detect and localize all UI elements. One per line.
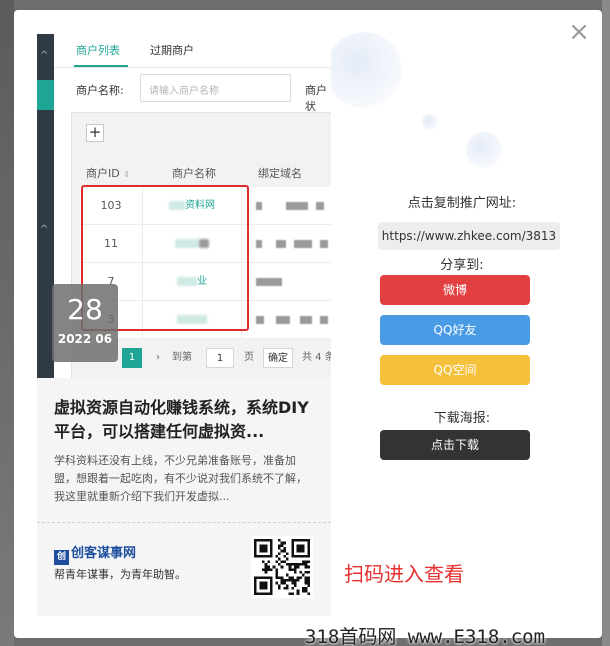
column-header-id: 商户ID ⇕ <box>86 167 130 180</box>
post-title: 虚拟资源自动化赚钱系统，系统DIY平台，可以搭建任何虚拟资... <box>54 398 309 441</box>
share-qq-friend-button[interactable]: QQ好友 <box>380 315 530 345</box>
date-day: 28 <box>67 293 103 326</box>
chevron-up-icon: ^ <box>40 224 49 235</box>
chevron-up-icon: ^ <box>40 50 49 61</box>
decor-bubble-small <box>466 132 502 168</box>
column-header-name: 商户名称 <box>172 167 216 180</box>
sort-icon: ⇕ <box>123 170 130 179</box>
post-description: 学科资料还没有上线，不少兄弟准备账号，准备加盟，想跟着一起吃肉，有不少说对我们系… <box>54 454 307 503</box>
close-icon[interactable]: × <box>568 19 590 45</box>
download-poster-label: 下载海报: <box>433 411 491 426</box>
page-backdrop-left <box>0 0 14 646</box>
pager-goto-input: 1 <box>206 348 234 368</box>
pager-goto-prefix: 到第 <box>172 352 192 363</box>
filter-status-label: 商户状 <box>305 84 327 113</box>
decor-bubble-large <box>326 32 402 108</box>
pager-confirm-button: 确定 <box>263 348 293 368</box>
site-watermark: 318首码网 www.E318.com <box>305 626 546 646</box>
column-header-domain: 绑定域名 <box>258 167 302 180</box>
copy-url-label: 点击复制推广网址: <box>407 196 517 211</box>
tab-active-underline <box>74 65 128 67</box>
tab-expired-merchants: 过期商户 <box>150 44 194 57</box>
qr-code-icon <box>251 536 313 598</box>
share-to-label: 分享到: <box>440 258 484 273</box>
filter-name-label: 商户名称: <box>76 84 124 97</box>
decor-bubble-tiny <box>422 114 438 130</box>
pager-goto-suffix: 页 <box>244 352 254 363</box>
scan-tip: 扫码进入查看 <box>344 562 464 586</box>
add-merchant-button: + <box>86 124 104 142</box>
pager-total: 共 4 条 <box>302 352 331 363</box>
poster-divider <box>37 522 331 523</box>
page-backdrop-right <box>602 0 610 646</box>
pager-current-page: 1 <box>122 348 142 368</box>
download-poster-button[interactable]: 点击下载 <box>380 430 530 460</box>
date-year-month: 2022 06 <box>57 332 113 346</box>
share-poster: ^ ^ 商户列表 过期商户 商户名称: 请输入商户名称 商户状 + 商户ID ⇕… <box>37 34 331 616</box>
brand-slogan: 帮青年谋事，为青年助智。 <box>54 568 186 581</box>
share-qzone-button[interactable]: QQ空间 <box>380 355 530 385</box>
sidebar-active-item <box>37 80 54 110</box>
date-badge: 28 2022 06 <box>52 284 118 362</box>
pager-next-icon: › <box>156 352 160 363</box>
brand-logo-icon: 创 <box>54 550 69 565</box>
tab-merchant-list: 商户列表 <box>76 44 120 57</box>
share-weibo-button[interactable]: 微博 <box>380 275 530 305</box>
filter-name-input: 请输入商户名称 <box>140 74 291 102</box>
share-poster-modal: × ^ ^ 商户列表 过期商户 商户名称: 请输入商户名称 商户状 + 商户ID… <box>14 10 602 638</box>
screenshot-tabs: 商户列表 过期商户 <box>54 34 331 68</box>
brand-name: 创创客谋事网 <box>54 542 136 565</box>
promo-url[interactable]: https://www.zhkee.com/3813 <box>378 222 560 250</box>
